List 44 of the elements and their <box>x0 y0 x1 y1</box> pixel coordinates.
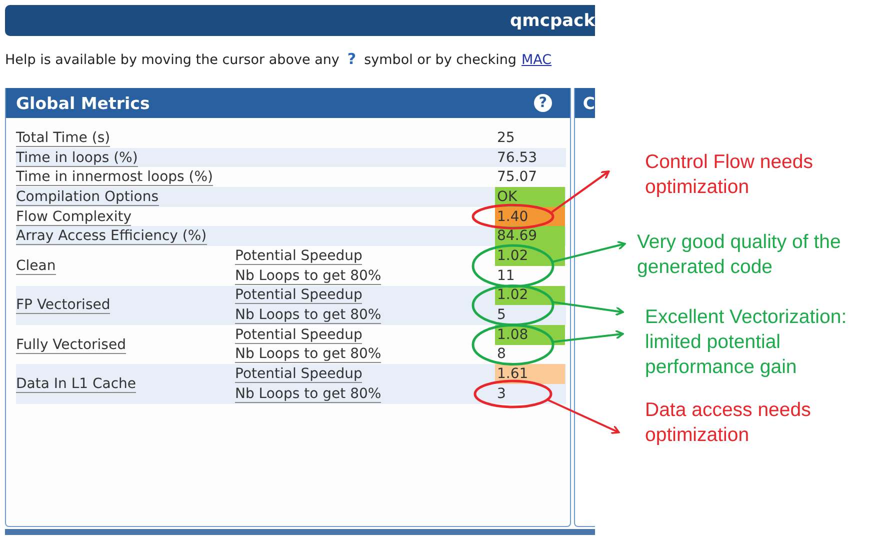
sub-metric-label[interactable]: Potential Speedup <box>235 366 362 384</box>
metric-value: 3 <box>497 386 506 402</box>
help-icon[interactable]: ? <box>534 94 552 112</box>
metric-label[interactable]: Time in loops (%) <box>16 150 138 167</box>
metric-label[interactable]: Data In L1 Cache <box>16 376 136 393</box>
metric-label[interactable]: Time in innermost loops (%) <box>16 169 213 186</box>
metric-label[interactable]: FP Vectorised <box>16 297 110 314</box>
sub-metric-label[interactable]: Nb Loops to get 80% <box>235 307 382 324</box>
metric-value: 1.08 <box>497 326 528 343</box>
metric-value: 1.02 <box>497 287 528 304</box>
metric-value: 5 <box>497 307 506 324</box>
sub-metric-label[interactable]: Nb Loops to get 80% <box>235 346 382 364</box>
help-text: Help is available by moving the cursor above any <box>5 52 340 68</box>
sub-metric-label[interactable]: Potential Speedup <box>235 248 362 265</box>
metric-label[interactable]: Array Access Efficiency (%) <box>16 228 207 246</box>
panel-title: C <box>582 94 595 112</box>
annotation-text: Control Flow needs optimization <box>645 150 813 200</box>
metric-value: 8 <box>497 346 506 362</box>
page-title: qmcpack <box>510 10 595 30</box>
metric-label[interactable]: Compilation Options <box>16 188 159 206</box>
help-icon[interactable]: ? <box>344 50 360 68</box>
sub-metric-label[interactable]: Nb Loops to get 80% <box>235 386 382 403</box>
manual-link[interactable]: MAC <box>522 52 552 68</box>
annotation-text: Data access needs optimization <box>645 398 811 448</box>
metric-value: OK <box>497 188 518 205</box>
metric-value: 1.40 <box>497 208 528 225</box>
metric-label[interactable]: Fully Vectorised <box>16 336 126 354</box>
sub-metric-label[interactable]: Nb Loops to get 80% <box>235 268 382 285</box>
metric-value: 75.07 <box>497 169 538 186</box>
sub-metric-label[interactable]: Potential Speedup <box>235 326 362 344</box>
annotation-text: Very good quality of the generated code <box>637 230 841 280</box>
annotation-text: Excellent Vectorization: limited potential performance gain <box>645 305 847 380</box>
metric-value: 11 <box>497 268 515 284</box>
metric-label[interactable]: Clean <box>16 258 56 275</box>
metric-value: 76.53 <box>497 150 538 166</box>
panel-title: Global Metrics <box>16 94 150 112</box>
metric-value: 1.02 <box>497 248 528 264</box>
metric-value: 25 <box>497 130 515 146</box>
metric-label[interactable]: Total Time (s) <box>16 130 110 147</box>
metric-value: 84.69 <box>497 228 538 244</box>
help-text: symbol or by checking <box>364 52 517 68</box>
sub-metric-label[interactable]: Potential Speedup <box>235 287 362 304</box>
arrow <box>551 170 610 213</box>
metric-value: 1.61 <box>497 366 528 382</box>
